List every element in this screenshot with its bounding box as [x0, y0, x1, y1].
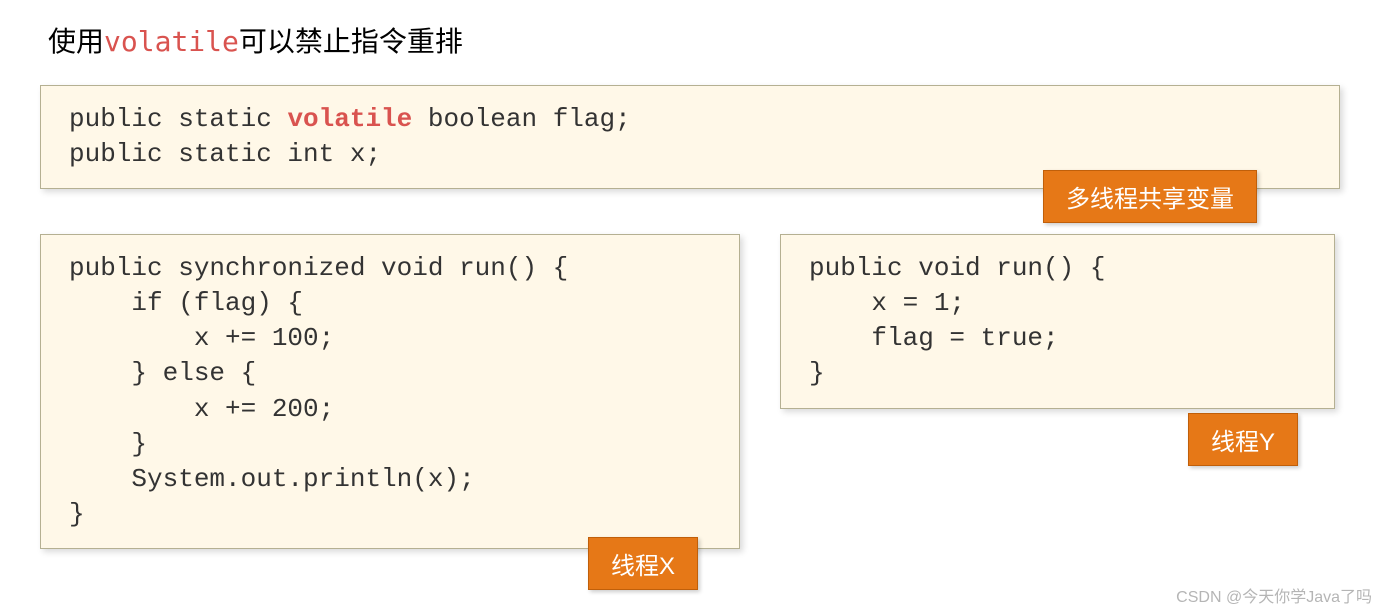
- badge-shared-vars: 多线程共享变量: [1043, 170, 1257, 223]
- watermark: CSDN @今天你学Java了吗: [1176, 583, 1372, 607]
- page-title: 使用volatile可以禁止指令重排: [40, 20, 1338, 60]
- code-line1-keyword: volatile: [287, 104, 412, 134]
- title-prefix: 使用: [48, 26, 104, 57]
- title-suffix: 可以禁止指令重排: [239, 26, 463, 57]
- bottom-row: public synchronized void run() { if (fla…: [40, 234, 1338, 549]
- title-highlight: volatile: [104, 25, 239, 58]
- badge-thread-y: 线程Y: [1188, 413, 1298, 466]
- code-line2: public static int x;: [69, 139, 381, 169]
- badge-thread-x: 线程X: [588, 537, 698, 590]
- code-line1-pre: public static: [69, 104, 287, 134]
- code-line1-post: boolean flag;: [412, 104, 630, 134]
- code-box-threadx: public synchronized void run() { if (fla…: [40, 234, 740, 549]
- code-box-thready: public void run() { x = 1; flag = true; …: [780, 234, 1335, 408]
